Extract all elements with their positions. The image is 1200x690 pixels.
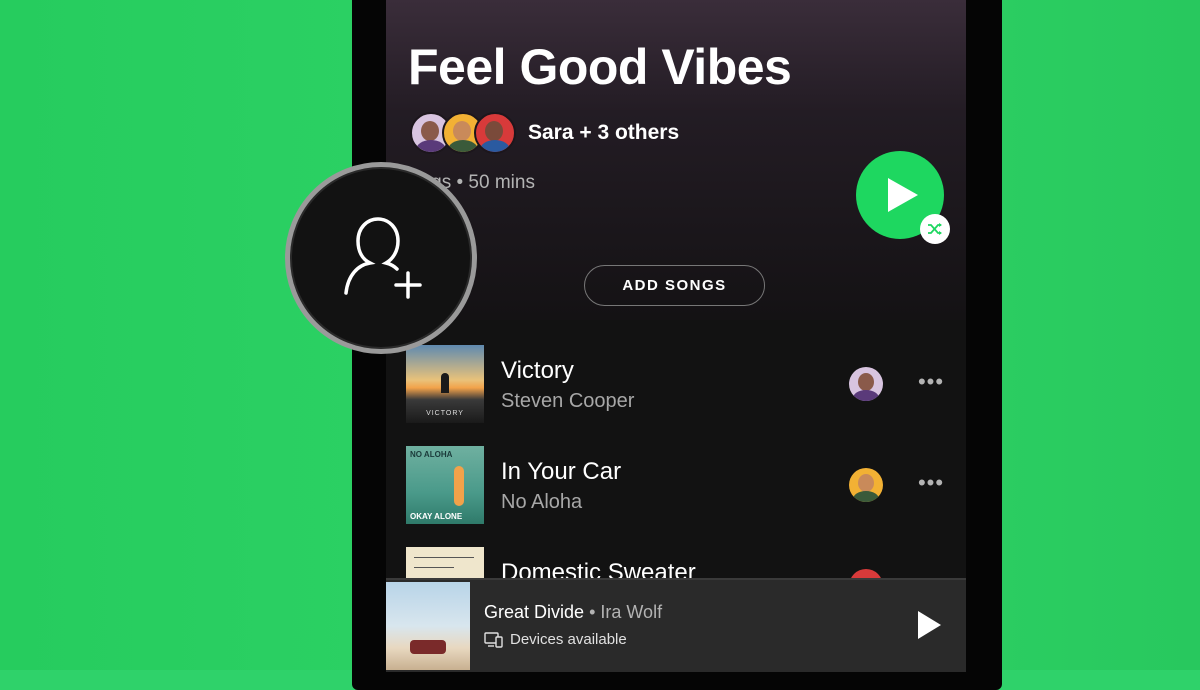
album-art-text: VICTORY: [426, 410, 464, 417]
added-by-avatar: [849, 367, 883, 401]
album-art: NO ALOHA OKAY ALONE: [406, 446, 484, 524]
track-title: In Your Car: [501, 458, 622, 485]
album-art-text: OKAY ALONE: [410, 512, 463, 521]
now-playing-title: Great Divide: [484, 602, 585, 622]
album-art: VICTORY: [406, 345, 484, 423]
more-icon[interactable]: •••: [916, 367, 946, 397]
separator: •: [589, 602, 596, 622]
add-collaborator-button[interactable]: [285, 162, 477, 354]
track-row[interactable]: NO ALOHA OKAY ALONE In Your Car No Aloha…: [406, 446, 951, 526]
collaborators-label: Sara + 3 others: [528, 121, 680, 144]
devices-label: Devices available: [510, 631, 627, 648]
track-row[interactable]: VICTORY Victory Steven Cooper •••: [406, 345, 951, 425]
shuffle-icon: [928, 223, 942, 235]
shuffle-button[interactable]: [920, 214, 950, 244]
avatar: [474, 112, 516, 154]
playlist-screen: Feel Good Vibes Sara + 3 others ongs • 5…: [386, 0, 966, 670]
devices-available[interactable]: Devices available: [484, 631, 627, 648]
devices-icon: [484, 631, 503, 648]
mini-play-button[interactable]: [916, 610, 942, 645]
album-art-text: NO ALOHA: [410, 450, 453, 459]
now-playing-bar[interactable]: Great Divide • Ira Wolf Devices availabl…: [386, 578, 966, 672]
collaborators[interactable]: Sara + 3 others: [410, 111, 679, 155]
track-artist: Steven Cooper: [501, 390, 635, 412]
now-playing-artist: Ira Wolf: [600, 602, 663, 622]
more-icon[interactable]: •••: [916, 468, 946, 498]
track-title: Victory: [501, 357, 574, 384]
playlist-title: Feel Good Vibes: [408, 39, 792, 95]
added-by-avatar: [849, 468, 883, 502]
track-artist: No Aloha: [501, 491, 583, 513]
add-songs-button[interactable]: ADD SONGS: [584, 265, 765, 306]
now-playing-art: [386, 582, 470, 670]
play-icon: [888, 178, 918, 212]
play-icon: [918, 611, 941, 639]
add-user-icon: [344, 217, 422, 299]
now-playing-title-line: Great Divide • Ira Wolf: [484, 602, 662, 623]
